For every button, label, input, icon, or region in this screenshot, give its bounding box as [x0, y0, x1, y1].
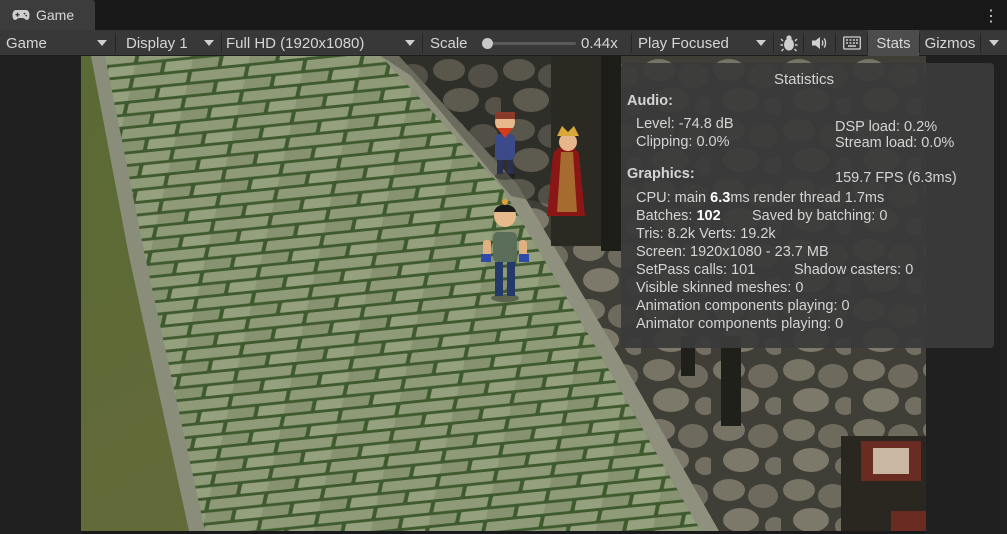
graphics-header: Graphics: [627, 166, 695, 182]
chevron-down-icon [989, 40, 999, 46]
mute-audio-button[interactable] [804, 30, 835, 56]
animator-components: Animator components playing: 0 [636, 316, 844, 332]
tab-game[interactable]: Game [0, 0, 95, 30]
scale-slider-track[interactable] [482, 42, 576, 45]
resolution-select[interactable]: Full HD (1920x1080) [222, 30, 421, 56]
statistics-title: Statistics [774, 71, 835, 88]
bug-button[interactable] [774, 30, 803, 56]
keyboard-icon [842, 36, 861, 50]
cpu-stats: CPU: main 6.3ms render thread 1.7ms [636, 190, 884, 206]
audio-header: Audio: [627, 93, 673, 109]
gizmos-label: Gizmos [924, 34, 976, 52]
tab-game-label: Game [36, 7, 75, 23]
scale-label-text: Scale [430, 34, 468, 52]
shortcuts-button[interactable] [836, 30, 867, 56]
chevron-down-icon [97, 40, 107, 46]
audio-level: Level: -74.8 dB [636, 116, 734, 132]
divider [115, 33, 116, 53]
shadow-casters: Shadow casters: 0 [794, 262, 914, 278]
batches-value: 102 [696, 208, 721, 224]
chevron-down-icon [204, 40, 214, 46]
tris-verts: Tris: 8.2k Verts: 19.2k [636, 226, 776, 242]
tab-bar: Game ⋮ [0, 0, 1007, 30]
batches-prefix: Batches: [636, 208, 697, 224]
scale-value-text: 0.44x [581, 34, 618, 52]
stats-toggle-label: Stats [876, 34, 911, 52]
scale-slider-thumb[interactable] [481, 38, 493, 49]
stream-load: Stream load: 0.0% [835, 135, 955, 151]
view-select-label: Game [6, 34, 47, 52]
resolution-select-label: Full HD (1920x1080) [226, 34, 365, 52]
view-select[interactable]: Game [0, 30, 113, 56]
gizmos-dropdown[interactable] [981, 30, 1007, 56]
more-vertical-icon[interactable]: ⋮ [983, 6, 999, 26]
display-select-label: Display 1 [126, 34, 188, 52]
cpu-suffix: ms render thread 1.7ms [730, 190, 885, 206]
batches: Batches: 102 [636, 208, 721, 224]
screen-info: Screen: 1920x1080 - 23.7 MB [636, 244, 829, 260]
stats-toggle[interactable]: Stats [868, 30, 919, 56]
gizmos-button[interactable]: Gizmos [920, 30, 980, 56]
saved-by-batching: Saved by batching: 0 [752, 208, 888, 224]
fps-readout: 159.7 FPS (6.3ms) [835, 170, 957, 186]
bug-icon [780, 35, 797, 52]
play-mode-select[interactable]: Play Focused [632, 30, 772, 56]
chevron-down-icon [405, 40, 415, 46]
scale-label: Scale [430, 30, 475, 56]
setpass-calls: SetPass calls: 101 [636, 262, 756, 278]
statistics-panel: Statistics Audio: Level: -74.8 dB Clippi… [621, 63, 994, 348]
play-mode-label: Play Focused [638, 34, 729, 52]
speaker-icon [811, 37, 826, 49]
animation-components: Animation components playing: 0 [636, 298, 850, 314]
chevron-down-icon [756, 40, 766, 46]
dsp-load: DSP load: 0.2% [835, 119, 938, 135]
scale-value: 0.44x [581, 30, 627, 56]
visible-skinned-meshes: Visible skinned meshes: 0 [636, 280, 804, 296]
gamepad-icon [12, 10, 30, 20]
divider [422, 33, 423, 53]
display-select[interactable]: Display 1 [117, 30, 220, 56]
audio-clipping: Clipping: 0.0% [636, 134, 730, 150]
cpu-prefix: CPU: main [636, 190, 711, 206]
viewport-letterbox-left [0, 56, 81, 534]
cpu-main-value: 6.3 [710, 190, 731, 206]
